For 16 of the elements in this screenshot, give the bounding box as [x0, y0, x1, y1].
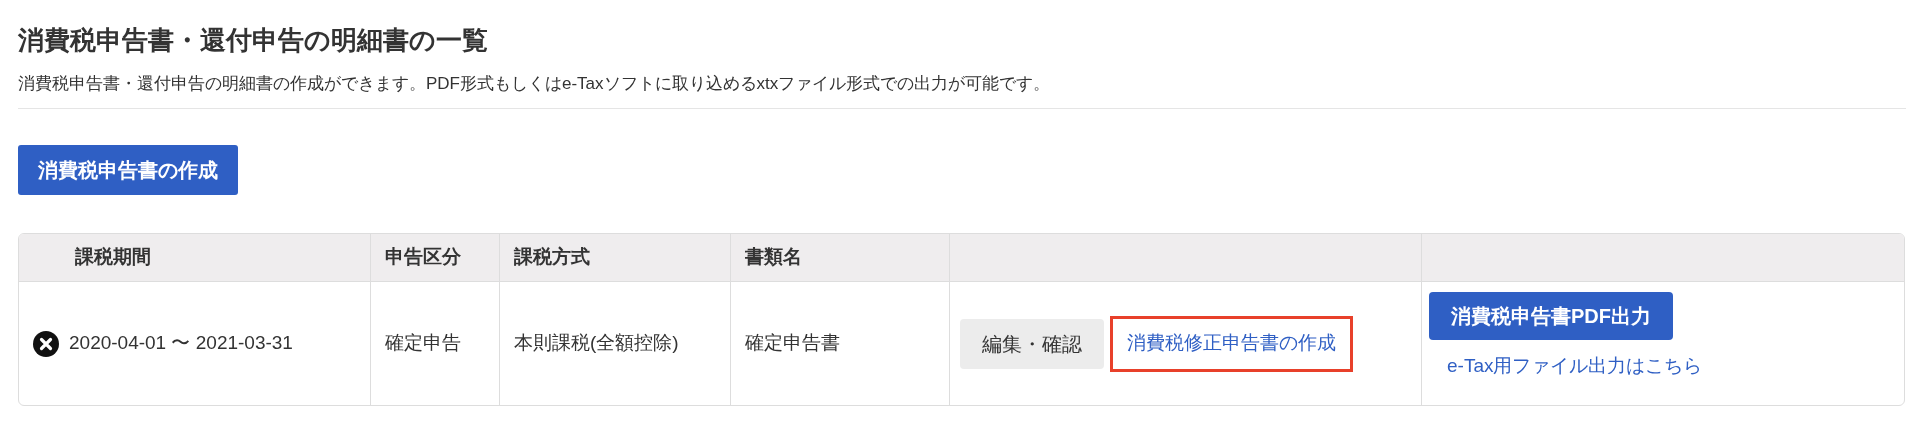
column-header: 課税方式	[514, 245, 590, 270]
etax-export-link[interactable]: e-Tax用ファイル出力はこちら	[1447, 352, 1703, 381]
page-title: 消費税申告書・還付申告の明細書の一覧	[18, 24, 488, 57]
pdf-export-button[interactable]: 消費税申告書PDF出力	[1429, 292, 1673, 340]
table-cell-text: 確定申告書	[745, 331, 840, 356]
delete-icon[interactable]	[33, 330, 59, 357]
table-cell-text: 2020-04-01 〜 2021-03-31	[69, 331, 293, 356]
revision-link[interactable]: 消費税修正申告書の作成	[1110, 315, 1353, 372]
edit-button[interactable]: 編集・確認	[960, 318, 1104, 369]
page-description: 消費税申告書・還付申告の明細書の作成ができます。PDF形式もしくはe-Taxソフトに取り込めるxtxファイル形式での出力が可能です。	[18, 73, 1051, 95]
table-cell-text: 本則課税(全額控除)	[514, 331, 679, 356]
column-header: 申告区分	[385, 245, 461, 270]
create-button[interactable]: 消費税申告書の作成	[18, 145, 238, 195]
column-header: 課税期間	[75, 245, 151, 270]
table-cell-text: 確定申告	[385, 331, 461, 356]
column-header: 書類名	[745, 245, 802, 270]
